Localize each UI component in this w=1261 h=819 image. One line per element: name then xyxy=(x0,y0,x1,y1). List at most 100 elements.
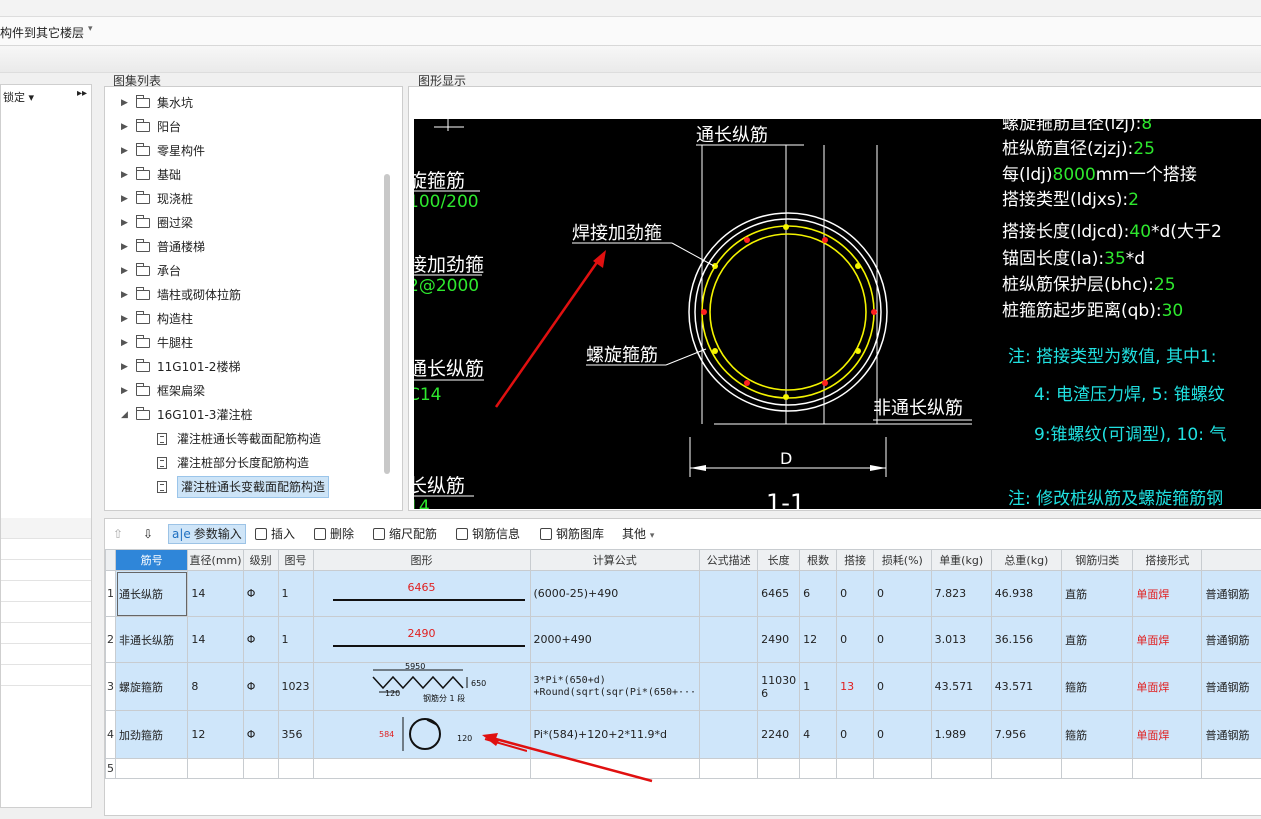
tree-scrollbar[interactable] xyxy=(384,174,390,474)
cell-formula[interactable]: 2000+490 xyxy=(529,616,701,663)
cell-extra[interactable]: 普通钢筋 xyxy=(1201,616,1261,663)
cell-extra[interactable]: 普通钢筋 xyxy=(1201,710,1261,759)
cell-diameter[interactable]: 14 xyxy=(187,570,244,617)
cell-formula-desc[interactable] xyxy=(699,570,759,617)
cell-name[interactable]: 螺旋箍筋 xyxy=(114,662,189,711)
cell-formula-desc[interactable] xyxy=(699,616,759,663)
cell-length[interactable]: 2490 xyxy=(757,616,801,663)
chevron-right-icon[interactable]: ▶ xyxy=(121,331,128,355)
cell-length[interactable]: 11030 6 xyxy=(757,662,801,711)
cell-extra[interactable]: 普通钢筋 xyxy=(1201,570,1261,617)
tree-folder[interactable]: ▶ 圈过梁 xyxy=(105,211,385,235)
cell-total-weight[interactable]: 36.156 xyxy=(990,616,1063,663)
chevron-right-icon[interactable]: ▶ xyxy=(121,235,128,259)
col-header[interactable]: 筋号 xyxy=(114,549,189,571)
cell-empty[interactable] xyxy=(836,758,875,779)
tree-folder[interactable]: ▶ 阳台 xyxy=(105,115,385,139)
table-row[interactable]: 4 加劲箍筋 12 Φ 356 584 120 Pi*(584)+120+2*1… xyxy=(105,710,1261,759)
cell-empty[interactable] xyxy=(277,758,314,779)
param-value[interactable]: 25 xyxy=(1133,139,1155,159)
param-value[interactable]: 8000 xyxy=(1053,165,1096,185)
cell-diameter[interactable]: 8 xyxy=(187,662,244,711)
col-header[interactable]: 公式描述 xyxy=(699,549,759,571)
chevron-right-icon[interactable]: ▶ xyxy=(121,91,128,115)
cell-category[interactable]: 箍筋 xyxy=(1061,662,1134,711)
cell-formula[interactable]: (6000-25)+490 xyxy=(529,570,701,617)
chevron-right-icon[interactable]: ▶ xyxy=(121,163,128,187)
param-value[interactable]: 25 xyxy=(1154,275,1176,295)
cell-empty[interactable] xyxy=(1132,758,1203,779)
cell-count[interactable]: 4 xyxy=(799,710,838,759)
col-header[interactable]: 搭接 xyxy=(836,549,875,571)
cell-lap[interactable]: 0 xyxy=(836,570,875,617)
cell-grade[interactable]: Φ xyxy=(242,616,279,663)
cell-loss[interactable]: 0 xyxy=(873,616,932,663)
cell-empty[interactable] xyxy=(1201,758,1261,779)
cell-count[interactable]: 1 xyxy=(799,662,838,711)
param-value[interactable]: 40 xyxy=(1129,222,1151,242)
tree-leaf[interactable]: 灌注桩部分长度配筋构造 xyxy=(105,451,385,475)
cell-empty[interactable] xyxy=(699,758,759,779)
insert-button[interactable]: 插入 xyxy=(255,525,295,543)
cell-grade[interactable]: Φ xyxy=(242,710,279,759)
param-value[interactable]: 2 xyxy=(1128,190,1139,210)
tree-folder[interactable]: ▶ 承台 xyxy=(105,259,385,283)
chevron-right-icon[interactable]: ▶ xyxy=(121,355,128,379)
cell-unit-weight[interactable]: 1.989 xyxy=(930,710,992,759)
delete-button[interactable]: 删除 xyxy=(314,525,354,543)
cell-name[interactable]: 加劲箍筋 xyxy=(114,710,189,759)
cell-category[interactable]: 箍筋 xyxy=(1061,710,1134,759)
rebar-library-button[interactable]: 钢筋图库 xyxy=(540,525,604,543)
param-input-button[interactable]: a|e 参数输入 xyxy=(168,524,246,544)
col-header[interactable]: 计算公式 xyxy=(529,549,701,571)
rebar-info-button[interactable]: 钢筋信息 xyxy=(456,525,520,543)
cell-formula-desc[interactable] xyxy=(699,662,759,711)
chevron-down-icon[interactable]: ◢ xyxy=(121,403,128,427)
tree-folder[interactable]: ▶ 零星构件 xyxy=(105,139,385,163)
cell-lap-form[interactable]: 单面焊 xyxy=(1132,616,1203,663)
cell-category[interactable]: 直筋 xyxy=(1061,616,1134,663)
cell-lap-form[interactable]: 单面焊 xyxy=(1132,710,1203,759)
cell-count[interactable]: 12 xyxy=(799,616,838,663)
cell-empty[interactable] xyxy=(1061,758,1134,779)
table-row[interactable]: 2 非通长纵筋 14 Φ 1 2490 2000+490 2490 12 0 0… xyxy=(105,616,1261,663)
cell-empty[interactable] xyxy=(187,758,244,779)
cell-diameter[interactable]: 14 xyxy=(187,616,244,663)
cell-formula[interactable]: 3*Pi*(650+d) +Round(sqrt(sqr(Pi*(650+··· xyxy=(529,662,701,711)
param-value[interactable]: 35 xyxy=(1104,249,1126,269)
cell-name[interactable]: 非通长纵筋 xyxy=(114,616,189,663)
cell-figure-no[interactable]: 1023 xyxy=(277,662,314,711)
scale-rebar-button[interactable]: 缩尺配筋 xyxy=(373,525,437,543)
col-header[interactable]: 单重(kg) xyxy=(930,549,992,571)
chevron-right-icon[interactable]: ▶ xyxy=(121,187,128,211)
tree-folder[interactable]: ▶ 11G101-2楼梯 xyxy=(105,355,385,379)
cell-name[interactable]: 通长纵筋 xyxy=(114,570,189,617)
cell-total-weight[interactable]: 46.938 xyxy=(990,570,1063,617)
col-header[interactable]: 根数 xyxy=(799,549,838,571)
cell-length[interactable]: 6465 xyxy=(757,570,801,617)
chevron-right-icon[interactable]: ▶ xyxy=(121,283,128,307)
table-row[interactable]: 5 xyxy=(105,758,1261,779)
cell-total-weight[interactable]: 43.571 xyxy=(990,662,1063,711)
cell-loss[interactable]: 0 xyxy=(873,662,932,711)
chevron-right-icon[interactable]: ▶ xyxy=(121,211,128,235)
cell-shape[interactable]: 2490 xyxy=(312,616,531,663)
col-header[interactable] xyxy=(1201,549,1261,571)
col-header[interactable]: 钢筋归类 xyxy=(1061,549,1134,571)
cell-figure-no[interactable]: 356 xyxy=(277,710,314,759)
cell-formula-desc[interactable] xyxy=(699,710,759,759)
tree-folder[interactable]: ▶ 墙柱或砌体拉筋 xyxy=(105,283,385,307)
cell-lap[interactable]: 13 xyxy=(836,662,875,711)
tree-folder[interactable]: ▶ 框架扁梁 xyxy=(105,379,385,403)
cell-grade[interactable]: Φ xyxy=(242,662,279,711)
cell-extra[interactable]: 普通钢筋 xyxy=(1201,662,1261,711)
cell-empty[interactable] xyxy=(114,758,189,779)
param-value[interactable]: 30 xyxy=(1162,301,1184,321)
col-header[interactable]: 图形 xyxy=(312,549,531,571)
cell-lap[interactable]: 0 xyxy=(836,710,875,759)
cell-unit-weight[interactable]: 7.823 xyxy=(930,570,992,617)
move-up-icon[interactable]: ⇧ xyxy=(113,525,123,543)
col-header[interactable]: 级别 xyxy=(242,549,279,571)
col-header[interactable]: 长度 xyxy=(757,549,801,571)
copy-to-floor-button[interactable]: 构件到其它楼层 xyxy=(0,24,84,41)
